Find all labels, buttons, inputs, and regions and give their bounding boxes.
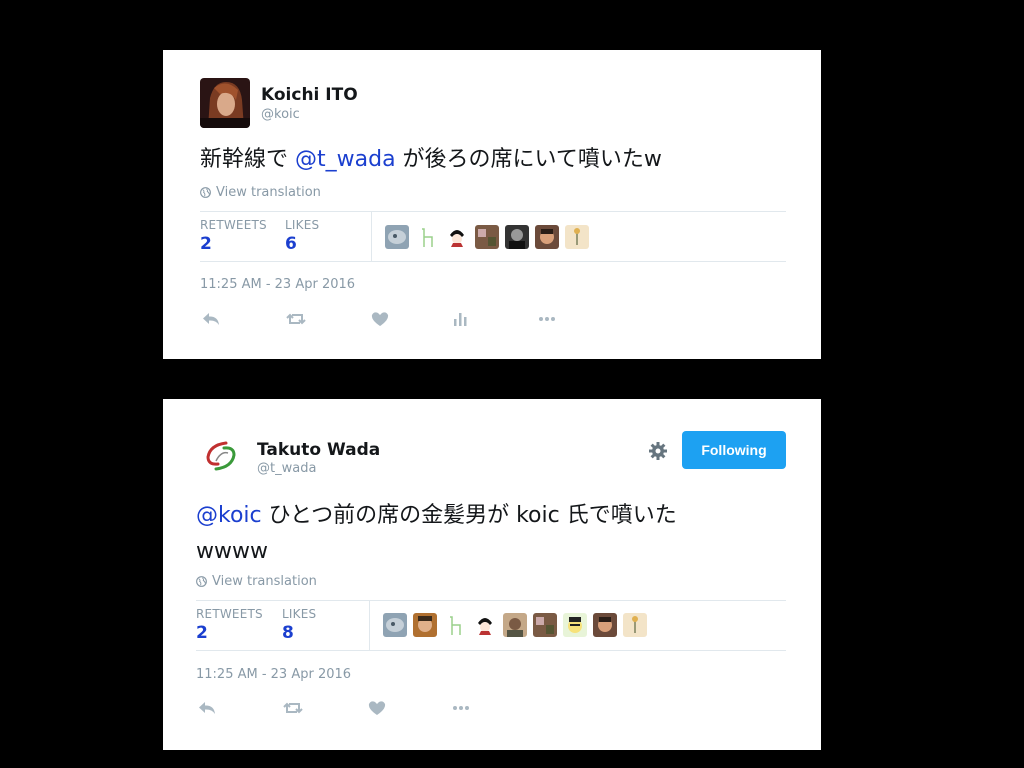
tweet-text-part: ひとつ前の席の金髪男が koic 氏で噴いた	[261, 503, 677, 528]
likes-label[interactable]: LIKES	[285, 218, 319, 232]
view-translation-link[interactable]: View translation	[200, 185, 321, 200]
liker-avatar[interactable]	[563, 613, 587, 637]
view-translation-label: View translation	[216, 185, 321, 200]
more-icon[interactable]	[537, 310, 557, 328]
likes-count[interactable]: 6	[285, 234, 297, 254]
divider	[200, 211, 786, 212]
reply-icon[interactable]	[201, 310, 221, 328]
liker-avatar[interactable]	[385, 225, 409, 249]
liker-avatar[interactable]	[473, 613, 497, 637]
liker-avatar[interactable]	[383, 613, 407, 637]
likers-avatars	[383, 613, 647, 637]
retweets-count[interactable]: 2	[196, 623, 208, 643]
divider	[371, 211, 372, 261]
tweet-card-takuto: Takuto Wada @t_wada Following @koic ひとつ前…	[163, 399, 821, 750]
liker-avatar[interactable]	[623, 613, 647, 637]
liker-avatar[interactable]	[415, 225, 439, 249]
liker-avatar[interactable]	[593, 613, 617, 637]
liker-avatar[interactable]	[475, 225, 499, 249]
liker-avatar[interactable]	[443, 613, 467, 637]
likes-label[interactable]: LIKES	[282, 607, 316, 621]
liker-avatar[interactable]	[535, 225, 559, 249]
tweet-text-part: が後ろの席にいて噴いたw	[395, 147, 662, 172]
author-handle[interactable]: @koic	[261, 107, 300, 122]
reply-icon[interactable]	[197, 699, 217, 717]
retweet-icon[interactable]	[286, 310, 306, 328]
tweet-text: @koic ひとつ前の席の金髪男が koic 氏で噴いた	[196, 498, 677, 534]
gear-icon[interactable]	[648, 441, 668, 461]
liker-avatar[interactable]	[413, 613, 437, 637]
mention-link[interactable]: @t_wada	[295, 147, 396, 172]
avatar-koichi[interactable]	[200, 78, 250, 128]
liker-avatar[interactable]	[533, 613, 557, 637]
tweet-text-line2: wwww	[196, 539, 268, 564]
divider	[196, 600, 786, 601]
liker-avatar[interactable]	[565, 225, 589, 249]
tweet-card-koichi: Koichi ITO @koic 新幹線で @t_wada が後ろの席にいて噴い…	[163, 50, 821, 359]
liker-avatar[interactable]	[503, 613, 527, 637]
like-icon[interactable]	[367, 699, 387, 717]
retweets-count[interactable]: 2	[200, 234, 212, 254]
tweet-text: 新幹線で @t_wada が後ろの席にいて噴いたw	[200, 142, 662, 178]
more-icon[interactable]	[451, 699, 471, 717]
avatar-takuto[interactable]	[196, 431, 246, 481]
following-button[interactable]: Following	[682, 431, 786, 469]
globe-icon	[196, 576, 207, 587]
like-icon[interactable]	[370, 310, 390, 328]
retweets-label[interactable]: RETWEETS	[196, 607, 263, 621]
analytics-icon[interactable]	[450, 310, 470, 328]
view-translation-label: View translation	[212, 574, 317, 589]
likers-avatars	[385, 225, 589, 249]
retweets-label[interactable]: RETWEETS	[200, 218, 267, 232]
globe-icon	[200, 187, 211, 198]
liker-avatar[interactable]	[445, 225, 469, 249]
tweet-timestamp[interactable]: 11:25 AM - 23 Apr 2016	[200, 277, 355, 292]
author-name[interactable]: Takuto Wada	[257, 440, 380, 460]
liker-avatar[interactable]	[505, 225, 529, 249]
tweet-text-part: 新幹線で	[200, 147, 295, 172]
mention-link[interactable]: @koic	[196, 503, 262, 528]
divider	[200, 261, 786, 262]
author-handle[interactable]: @t_wada	[257, 461, 316, 476]
author-name[interactable]: Koichi ITO	[261, 85, 358, 105]
retweet-icon[interactable]	[283, 699, 303, 717]
likes-count[interactable]: 8	[282, 623, 294, 643]
divider	[369, 600, 370, 650]
tweet-timestamp[interactable]: 11:25 AM - 23 Apr 2016	[196, 667, 351, 682]
view-translation-link[interactable]: View translation	[196, 574, 317, 589]
divider	[196, 650, 786, 651]
